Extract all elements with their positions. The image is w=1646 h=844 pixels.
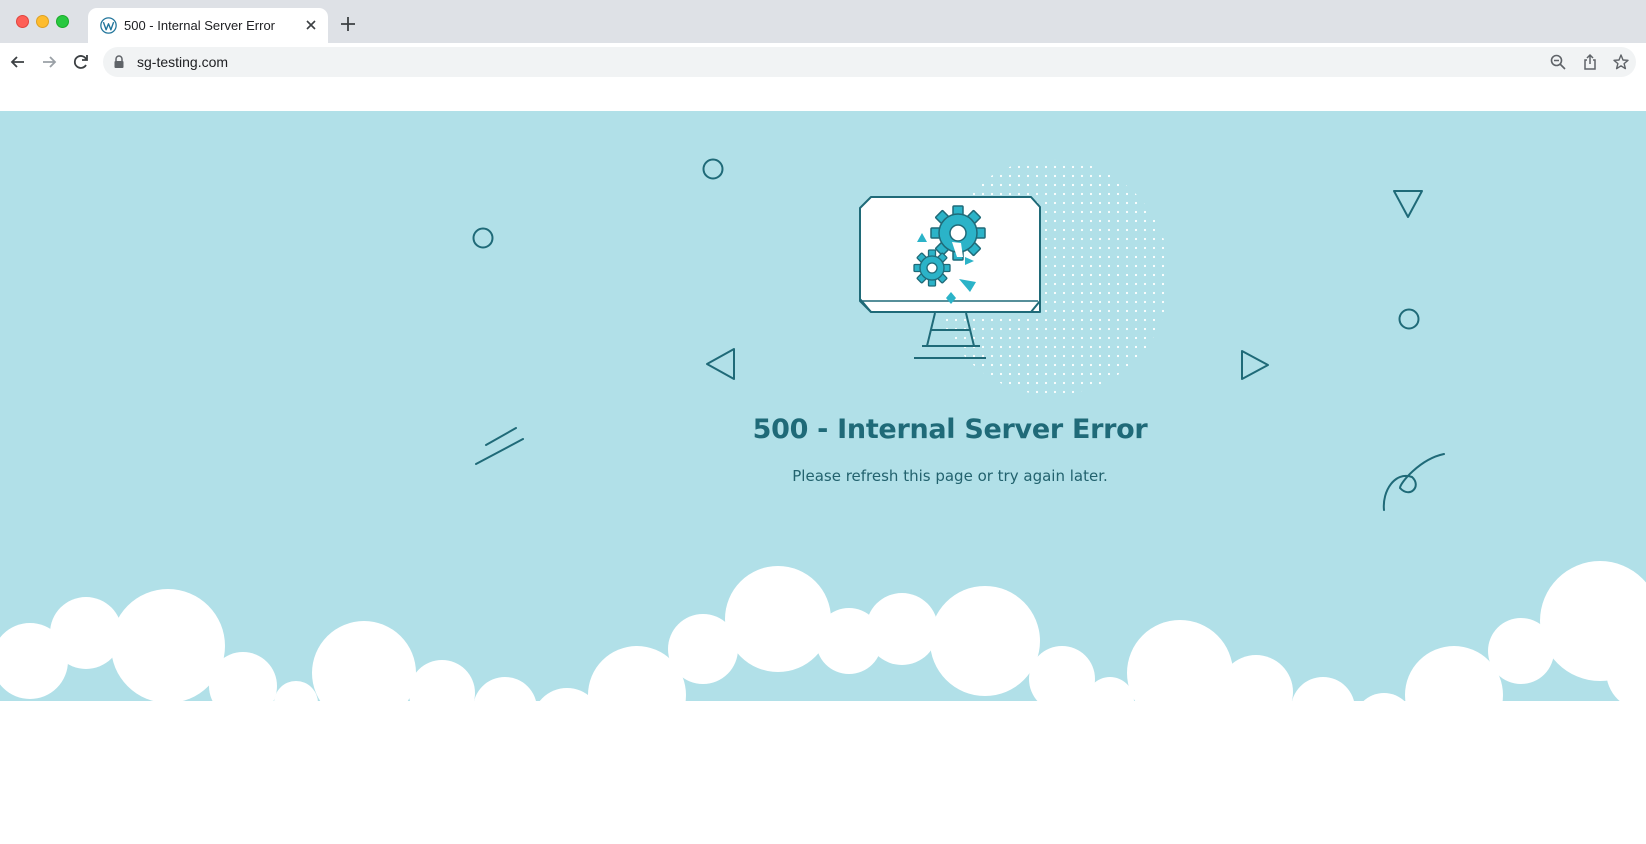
triangle-right-icon	[1241, 350, 1269, 380]
window-minimize-button[interactable]	[36, 15, 49, 28]
arrow-left-icon[interactable]	[8, 52, 28, 72]
window-maximize-button[interactable]	[56, 15, 69, 28]
window-close-button[interactable]	[16, 15, 29, 28]
triangle-left-icon	[706, 348, 735, 380]
circle-shape-icon	[702, 158, 724, 180]
reload-icon[interactable]	[71, 52, 91, 72]
address-bar[interactable]: sg-testing.com	[103, 47, 1636, 77]
error-title: 500 - Internal Server Error	[752, 414, 1148, 445]
browser-tab[interactable]: 500 - Internal Server Error	[88, 8, 328, 43]
star-icon[interactable]	[1612, 53, 1630, 71]
error-hero: 500 - Internal Server Error Please refre…	[0, 111, 1646, 844]
url-text[interactable]: sg-testing.com	[137, 54, 228, 70]
clouds-decoration	[0, 561, 1646, 844]
arrow-right-icon[interactable]	[39, 52, 59, 72]
wordpress-icon	[100, 17, 117, 34]
tab-title: 500 - Internal Server Error	[124, 18, 276, 33]
circle-shape-icon	[1398, 308, 1420, 330]
browser-tab-strip: 500 - Internal Server Error	[0, 0, 1646, 43]
triangle-down-icon	[1393, 190, 1423, 218]
lock-icon[interactable]	[113, 55, 125, 69]
browser-toolbar: sg-testing.com	[0, 43, 1646, 82]
share-icon[interactable]	[1581, 53, 1599, 71]
page-header-space	[0, 82, 1646, 111]
plus-icon[interactable]	[339, 15, 357, 33]
close-icon[interactable]	[302, 16, 320, 34]
circle-shape-icon	[472, 227, 494, 249]
error-message: Please refresh this page or try again la…	[792, 467, 1108, 485]
zoom-out-icon[interactable]	[1549, 53, 1567, 71]
